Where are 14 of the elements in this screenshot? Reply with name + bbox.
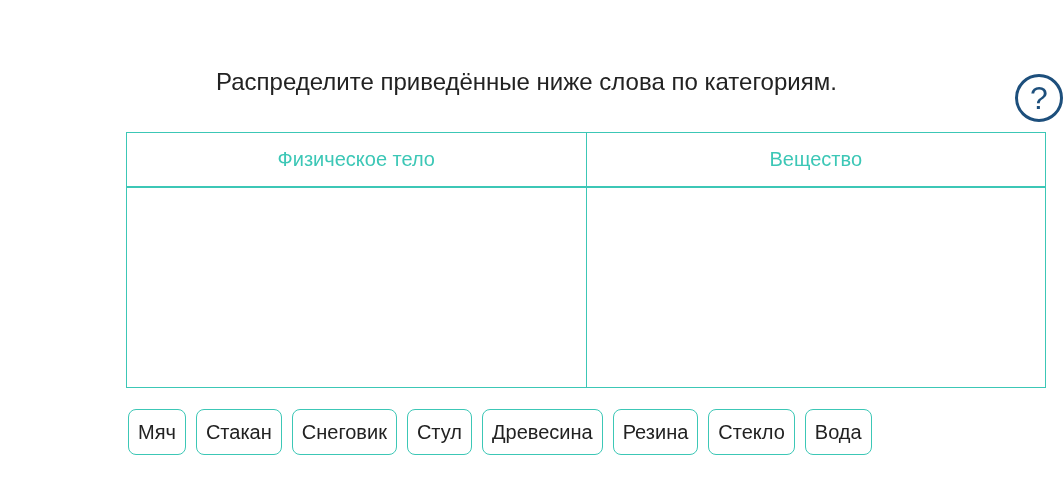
word-chip[interactable]: Стакан	[195, 409, 282, 455]
drop-zone[interactable]	[586, 187, 1046, 388]
word-chip[interactable]: Мяч	[128, 409, 186, 455]
category-header: Вещество	[586, 132, 1046, 187]
word-chip[interactable]: Резина	[612, 409, 699, 455]
word-chip[interactable]: Вода	[804, 409, 872, 455]
help-button[interactable]: ?	[1015, 74, 1063, 122]
word-chip[interactable]: Стекло	[708, 409, 795, 455]
word-chip[interactable]: Древесина	[482, 409, 603, 455]
word-chip[interactable]: Стул	[406, 409, 472, 455]
drop-zone[interactable]	[126, 187, 586, 388]
word-chip[interactable]: Снеговик	[291, 409, 397, 455]
category-header: Физическое тело	[126, 132, 586, 187]
instruction-text: Распределите приведённые ниже слова по категориям.	[216, 67, 837, 97]
